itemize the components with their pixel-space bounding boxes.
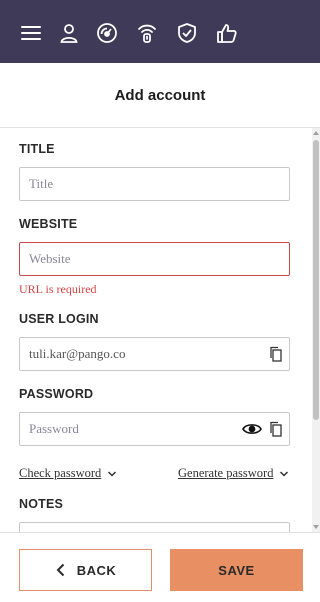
show-password-icon[interactable] <box>242 421 262 437</box>
password-field[interactable] <box>19 412 290 446</box>
menu-icon[interactable] <box>20 22 42 44</box>
wifi-shield-icon[interactable] <box>136 22 158 44</box>
back-button[interactable]: BACK <box>19 549 152 591</box>
password-label: PASSWORD <box>19 387 94 401</box>
chevron-down-icon <box>107 469 117 479</box>
page-title: Add account <box>114 86 206 104</box>
save-button[interactable]: SAVE <box>170 549 303 591</box>
speed-gauge-icon[interactable] <box>96 22 118 44</box>
save-label: SAVE <box>218 562 255 578</box>
scrollbar[interactable] <box>312 128 320 532</box>
user-login-label: USER LOGIN <box>19 312 99 326</box>
check-password-label: Check password <box>19 466 102 480</box>
website-error-message: URL is required <box>19 282 97 296</box>
password-input[interactable] <box>29 413 239 445</box>
footer-bar: BACK SAVE <box>0 532 320 602</box>
thumbs-up-icon[interactable] <box>216 22 238 44</box>
title-input[interactable] <box>29 168 239 200</box>
user-icon[interactable] <box>58 22 80 44</box>
title-label: TITLE <box>19 142 55 156</box>
scroll-up-arrow-icon[interactable] <box>313 131 319 135</box>
user-login-input[interactable] <box>29 338 239 370</box>
chevron-left-icon <box>55 563 67 577</box>
notes-label: NOTES <box>19 497 64 511</box>
shield-check-icon[interactable] <box>176 22 198 44</box>
copy-password-icon[interactable] <box>268 421 284 437</box>
generate-password-label: Generate password <box>178 466 274 480</box>
website-input[interactable] <box>29 243 239 275</box>
top-nav-bar <box>0 0 320 63</box>
scroll-down-arrow-icon[interactable] <box>313 525 319 529</box>
scrollbar-thumb[interactable] <box>313 140 319 420</box>
generate-password-link[interactable]: Generate password <box>178 466 289 481</box>
website-label: WEBSITE <box>19 217 78 231</box>
page-header: Add account <box>0 63 320 128</box>
back-label: BACK <box>76 562 117 578</box>
copy-icon[interactable] <box>268 346 284 362</box>
website-field[interactable] <box>19 242 290 276</box>
title-field[interactable] <box>19 167 290 201</box>
check-password-link[interactable]: Check password <box>19 466 117 481</box>
notes-field[interactable] <box>19 522 290 532</box>
account-form: TITLE WEBSITE URL is required USER LOGIN… <box>0 128 312 532</box>
user-login-field[interactable] <box>19 337 290 371</box>
chevron-down-icon <box>279 469 289 479</box>
